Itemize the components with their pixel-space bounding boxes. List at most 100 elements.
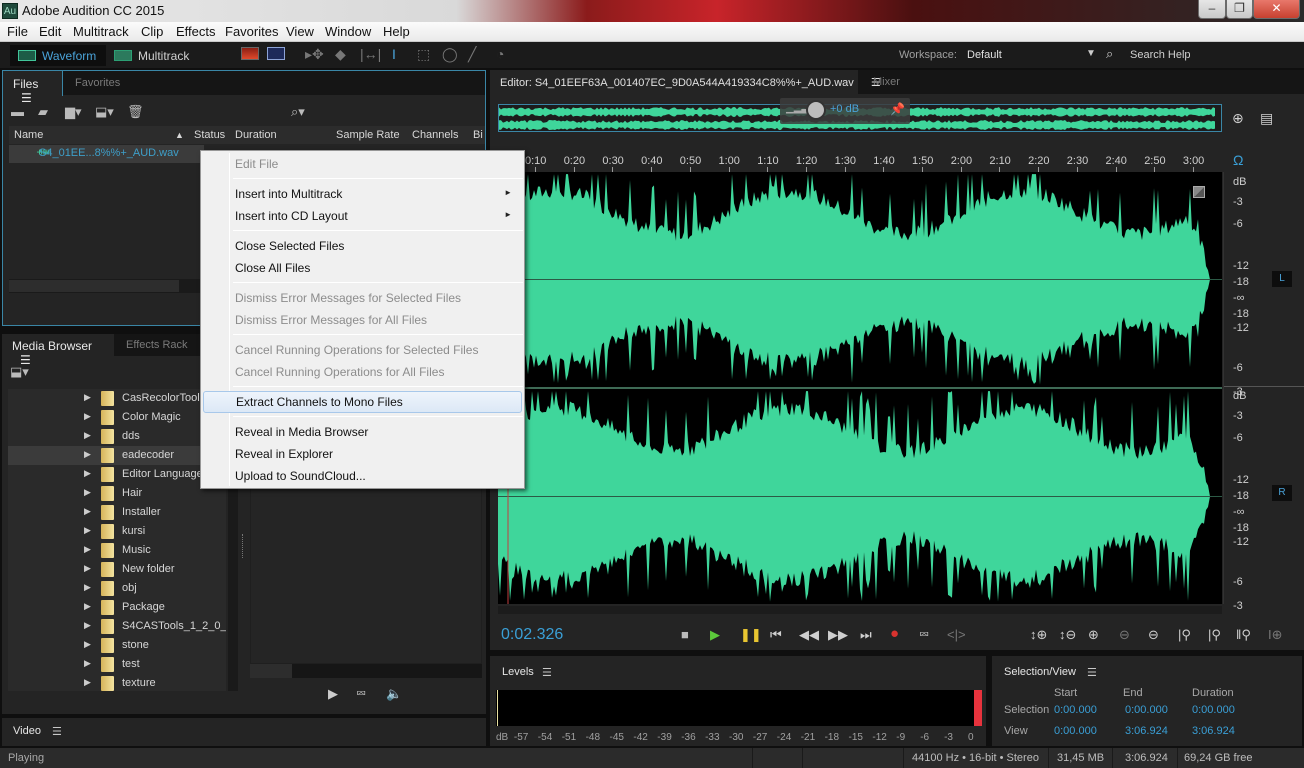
col-status[interactable]: Status bbox=[194, 129, 225, 141]
expand-arrow-icon[interactable]: ▶ bbox=[84, 582, 91, 593]
fast-forward-button[interactable]: ▶▶ bbox=[828, 627, 848, 643]
play-button[interactable]: ▶ bbox=[710, 627, 720, 643]
preview-volume-icon[interactable]: 🔈 bbox=[386, 686, 402, 702]
preview-play-icon[interactable]: ▶ bbox=[328, 686, 338, 702]
multitrack-view-button[interactable]: Multitrack bbox=[106, 45, 206, 66]
lasso-tool-icon[interactable]: ◯ bbox=[442, 46, 458, 63]
expand-arrow-icon[interactable]: ▶ bbox=[84, 411, 91, 422]
skip-selection-button[interactable]: <|> bbox=[947, 627, 966, 642]
tab-favorites[interactable]: Favorites bbox=[75, 77, 120, 89]
slip-tool-icon[interactable]: |↔| bbox=[360, 46, 381, 62]
zoom-selection-right-button[interactable]: |⚲ bbox=[1208, 627, 1221, 643]
menu-multitrack[interactable]: Multitrack bbox=[73, 24, 129, 39]
folder-item[interactable]: ▶ CasRecolorTool bbox=[8, 389, 226, 408]
selection-end[interactable]: 0:00.000 bbox=[1125, 704, 1168, 716]
gain-knob[interactable] bbox=[806, 100, 826, 120]
zoom-selection-left-button[interactable]: |⚲ bbox=[1178, 627, 1191, 643]
menu-clip[interactable]: Clip bbox=[141, 24, 163, 39]
menu-item-upload-to-soundcloud[interactable]: Upload to SoundCloud... bbox=[203, 465, 522, 487]
tab-files[interactable]: Files ☰ bbox=[3, 71, 63, 105]
menu-item-close-selected-files[interactable]: Close Selected Files bbox=[203, 235, 522, 257]
folder-item[interactable]: ▶ Music bbox=[8, 541, 226, 560]
move-tool-icon[interactable]: ▸✥ bbox=[305, 46, 324, 63]
loop-playback-button[interactable]: ⮹ bbox=[919, 627, 929, 643]
move-to-previous-button[interactable]: ⏮ bbox=[770, 627, 782, 643]
chevron-down-icon[interactable]: ▼ bbox=[1086, 48, 1096, 59]
folder-item[interactable]: ▶ test bbox=[8, 655, 226, 674]
panel-menu-icon[interactable]: ☰ bbox=[1087, 666, 1097, 679]
spot-healing-icon[interactable]: ◔ bbox=[496, 46, 504, 62]
delete-icon[interactable]: 🗑 bbox=[127, 104, 144, 120]
folder-item[interactable]: ▶ kursi bbox=[8, 522, 226, 541]
col-duration[interactable]: Duration bbox=[235, 129, 277, 141]
rewind-button[interactable]: ◀◀ bbox=[799, 627, 819, 643]
folder-item[interactable]: ▶ Color Magic bbox=[8, 408, 226, 427]
preview-loop-icon[interactable]: ⮹ bbox=[356, 686, 366, 702]
folder-item[interactable]: ▶ S4CASTools_1_2_0_1 bbox=[8, 617, 226, 636]
menu-effects[interactable]: Effects bbox=[176, 24, 216, 39]
folder-item[interactable]: ▶ obj bbox=[8, 579, 226, 598]
list-icon[interactable]: ▤ bbox=[1260, 110, 1273, 127]
expand-arrow-icon[interactable]: ▶ bbox=[84, 658, 91, 669]
menu-item-insert-into-cd-layout[interactable]: Insert into CD Layout ► bbox=[203, 205, 522, 227]
headphones-icon[interactable]: Ω bbox=[1233, 152, 1243, 168]
pause-button[interactable]: ❚❚ bbox=[740, 627, 762, 643]
time-ruler[interactable]: 0:10 0:20 0:30 0:40 0:50 1:00 1:10 1:20 1:30 1:40… bbox=[498, 150, 1222, 172]
razor-tool-icon[interactable]: ◆ bbox=[335, 46, 346, 63]
expand-arrow-icon[interactable]: ▶ bbox=[84, 639, 91, 650]
menu-file[interactable]: File bbox=[7, 24, 28, 39]
menu-window[interactable]: Window bbox=[325, 24, 371, 39]
tab-media-browser[interactable]: Media Browser ☰ bbox=[2, 334, 114, 367]
file-row[interactable]: ᚔ S4_01EE...8%%+_AUD.wav bbox=[9, 145, 204, 163]
expand-arrow-icon[interactable]: ▶ bbox=[84, 506, 91, 517]
zoom-in-amplitude-button[interactable]: ↕⊕ bbox=[1030, 627, 1047, 643]
col-bit-depth[interactable]: Bi bbox=[473, 129, 483, 141]
waveform-view-button[interactable]: Waveform bbox=[10, 45, 106, 66]
view-start[interactable]: 0:00.000 bbox=[1054, 725, 1097, 737]
zoom-out-time-button[interactable]: ⊖ bbox=[1119, 627, 1130, 643]
close-button[interactable]: ✕ bbox=[1253, 0, 1300, 19]
folder-item[interactable]: ▶ eadecoder bbox=[8, 446, 226, 465]
menu-item-close-all-files[interactable]: Close All Files bbox=[203, 257, 522, 279]
col-name[interactable]: Name bbox=[14, 129, 43, 141]
menu-item-reveal-in-explorer[interactable]: Reveal in Explorer bbox=[203, 443, 522, 465]
folder-item[interactable]: ▶ dds bbox=[8, 427, 226, 446]
resize-corner-icon[interactable] bbox=[1193, 186, 1205, 198]
maximize-button[interactable]: ❐ bbox=[1226, 0, 1253, 19]
stop-button[interactable]: ■ bbox=[681, 627, 689, 642]
menu-favorites[interactable]: Favorites bbox=[225, 24, 278, 39]
folder-item[interactable]: ▶ Package bbox=[8, 598, 226, 617]
folder-item[interactable]: ▶ texture bbox=[8, 674, 226, 691]
expand-arrow-icon[interactable]: ▶ bbox=[84, 392, 91, 403]
brush-tool-icon[interactable]: ╱ bbox=[468, 46, 476, 63]
tab-editor[interactable]: Editor: S4_01EEF63A_001407EC_9D0A544A419… bbox=[490, 70, 881, 95]
folder-item[interactable]: ▶ New folder bbox=[8, 560, 226, 579]
search-files-icon[interactable]: ⌕▾ bbox=[291, 104, 305, 120]
menu-item-reveal-in-media-browser[interactable]: Reveal in Media Browser bbox=[203, 421, 522, 443]
tab-mixer[interactable]: Mixer bbox=[873, 76, 900, 88]
insert-into-multitrack-icon[interactable]: ⬓▾ bbox=[95, 104, 114, 120]
expand-arrow-icon[interactable]: ▶ bbox=[84, 487, 91, 498]
folder-item[interactable]: ▶ Installer bbox=[8, 503, 226, 522]
expand-arrow-icon[interactable]: ▶ bbox=[84, 430, 91, 441]
expand-arrow-icon[interactable]: ▶ bbox=[84, 525, 91, 536]
scrollbar-thumb[interactable] bbox=[9, 280, 179, 292]
view-duration[interactable]: 3:06.924 bbox=[1192, 725, 1235, 737]
expand-arrow-icon[interactable]: ▶ bbox=[84, 544, 91, 555]
video-panel-title[interactable]: Video bbox=[13, 725, 41, 737]
minimize-button[interactable]: – bbox=[1198, 0, 1226, 19]
expand-arrow-icon[interactable]: ▶ bbox=[84, 620, 91, 631]
expand-arrow-icon[interactable]: ▶ bbox=[84, 677, 91, 688]
waveform-horizontal-scrollbar[interactable] bbox=[498, 606, 1222, 614]
import-file-icon[interactable]: ▰ bbox=[38, 104, 48, 120]
current-time[interactable]: 0:02.326 bbox=[501, 626, 563, 644]
pin-icon[interactable]: 📌 bbox=[890, 102, 905, 116]
record-button[interactable]: ● bbox=[890, 625, 899, 642]
selection-duration[interactable]: 0:00.000 bbox=[1192, 704, 1235, 716]
zoom-navigator-icon[interactable]: ⊕ bbox=[1232, 110, 1244, 127]
expand-arrow-icon[interactable]: ▶ bbox=[84, 601, 91, 612]
tab-effects-rack[interactable]: Effects Rack bbox=[126, 339, 188, 351]
zoom-out-amplitude-button[interactable]: ↕⊖ bbox=[1059, 627, 1076, 643]
folder-item[interactable]: ▶ Editor Language bbox=[8, 465, 226, 484]
expand-arrow-icon[interactable]: ▶ bbox=[84, 449, 91, 460]
